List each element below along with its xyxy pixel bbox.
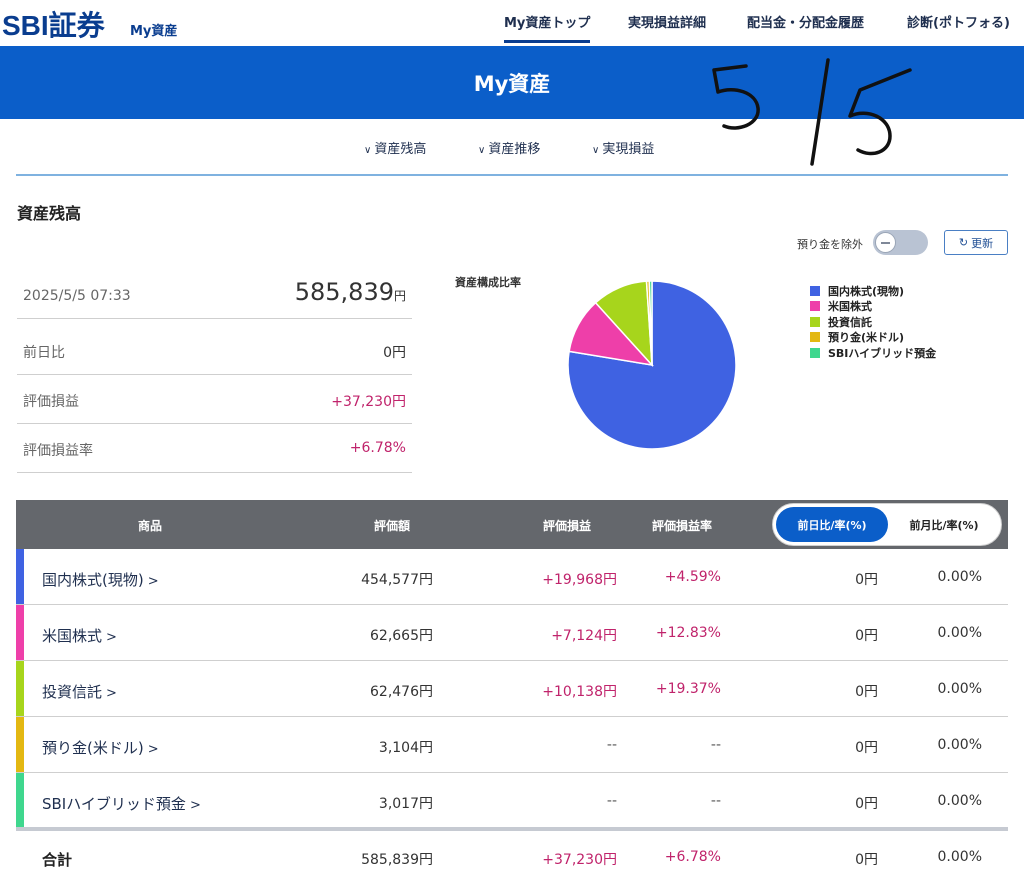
top-bar: SBI証券 My資産 My資産トップ 実現損益詳細 配当金・分配金履歴 診断(ポ… bbox=[0, 0, 1024, 46]
col-value: 評価額 bbox=[374, 519, 411, 533]
section-title: 資産残高 bbox=[17, 204, 82, 223]
cell-pl-rate: +4.59% bbox=[664, 569, 721, 585]
nav-dividend-history[interactable]: 配当金・分配金履歴 bbox=[747, 12, 864, 31]
category-color-bar bbox=[16, 773, 24, 828]
category-color-bar bbox=[16, 661, 24, 716]
legend-swatch bbox=[810, 301, 820, 312]
product-link[interactable]: 預り金(米ドル) > bbox=[42, 737, 159, 758]
total-row: 合計 585,839円 +37,230円 +6.78% 0円 0.00% bbox=[42, 849, 982, 869]
chevron-right-icon: > bbox=[106, 630, 117, 645]
cell-day-change: 0円 bbox=[855, 572, 878, 588]
cell-day-rate: 0.00% bbox=[937, 737, 982, 753]
table-row: 国内株式(現物) > 454,577円 +19,968円 +4.59% 0円 0.00% bbox=[16, 549, 1008, 605]
product-link[interactable]: SBIハイブリッド預金 > bbox=[42, 793, 201, 814]
summary-total-row: 2025/5/5 07:33 585,839円 bbox=[17, 270, 412, 319]
subnav-asset-trend[interactable]: ∨ 資産推移 bbox=[478, 138, 540, 157]
legend-item: 投資信託 bbox=[810, 314, 936, 330]
cell-day-rate: 0.00% bbox=[937, 569, 982, 585]
chevron-down-icon: ∨ bbox=[592, 145, 600, 156]
handwritten-note bbox=[712, 58, 912, 166]
cell-day-change: 0円 bbox=[855, 740, 878, 756]
cell-pl-rate: -- bbox=[710, 737, 721, 753]
toggle-knob bbox=[875, 232, 896, 253]
col-pl-rate: 評価損益率 bbox=[652, 519, 713, 533]
cell-day-rate: 0.00% bbox=[937, 681, 982, 697]
nav-realized-pl-detail[interactable]: 実現損益詳細 bbox=[628, 12, 706, 31]
legend-swatch bbox=[810, 285, 820, 296]
cell-value: 3,104円 bbox=[378, 740, 433, 756]
divider bbox=[16, 174, 1008, 176]
nav-diagnosis[interactable]: 診断(ポトフォる) bbox=[907, 12, 1010, 31]
refresh-button[interactable]: ↻ 更新 bbox=[944, 230, 1008, 255]
chevron-right-icon: > bbox=[189, 798, 201, 813]
table-row: 米国株式 > 62,665円 +7,124円 +12.83% 0円 0.00% bbox=[16, 605, 1008, 661]
cell-pl-rate: -- bbox=[710, 793, 721, 809]
legend-item: 国内株式(現物) bbox=[810, 283, 936, 299]
col-product: 商品 bbox=[138, 519, 163, 533]
exclude-deposit-label: 預り金を除外 bbox=[797, 238, 863, 251]
summary-row: 評価損益 +37,230円 bbox=[17, 375, 412, 424]
chevron-right-icon: > bbox=[147, 742, 159, 757]
logo-subtitle: My資産 bbox=[130, 24, 178, 39]
cell-value: 62,665円 bbox=[370, 628, 433, 644]
chevron-right-icon: > bbox=[147, 574, 159, 589]
category-color-bar bbox=[16, 605, 24, 660]
product-link[interactable]: 投資信託 > bbox=[42, 681, 117, 702]
category-color-bar bbox=[16, 549, 24, 604]
cell-pl: +7,124円 bbox=[551, 628, 617, 644]
cell-pl: +19,968円 bbox=[542, 572, 617, 588]
legend-swatch bbox=[810, 332, 820, 343]
cell-value: 3,017円 bbox=[378, 796, 433, 812]
summary-date: 2025/5/5 07:33 bbox=[23, 288, 131, 304]
subnav-realized-pl[interactable]: ∨ 実現損益 bbox=[592, 138, 654, 157]
legend-swatch bbox=[810, 347, 820, 358]
product-link[interactable]: 米国株式 > bbox=[42, 625, 117, 646]
pie-title: 資産構成比率 bbox=[455, 276, 521, 289]
cell-pl: -- bbox=[606, 793, 617, 809]
cell-pl: +10,138円 bbox=[542, 684, 617, 700]
subnav-asset-balance[interactable]: ∨ 資産残高 bbox=[364, 138, 426, 157]
sbi-logo[interactable]: SBI証券 bbox=[2, 4, 105, 44]
cell-day-change: 0円 bbox=[855, 684, 878, 700]
total-asset-value: 585,839円 bbox=[294, 278, 406, 306]
cell-pl-rate: +12.83% bbox=[655, 625, 721, 641]
cell-day-change: 0円 bbox=[855, 628, 878, 644]
cell-day-rate: 0.00% bbox=[937, 625, 982, 641]
category-color-bar bbox=[16, 717, 24, 772]
cell-day-rate: 0.00% bbox=[937, 793, 982, 809]
tab-month-change[interactable]: 前月比/率(%) bbox=[890, 507, 998, 542]
pie-legend: 国内株式(現物) 米国株式 投資信託 預り金(米ドル) SBIハイブリッド預金 bbox=[810, 283, 936, 361]
refresh-icon: ↻ bbox=[958, 236, 969, 249]
chevron-down-icon: ∨ bbox=[478, 145, 486, 156]
exclude-deposit-toggle[interactable] bbox=[873, 230, 928, 255]
cell-day-change: 0円 bbox=[855, 796, 878, 812]
table-row: SBIハイブリッド預金 > 3,017円 -- -- 0円 0.00% bbox=[16, 773, 1008, 829]
nav-my-assets-top[interactable]: My資産トップ bbox=[504, 12, 591, 43]
period-switch: 前日比/率(%) 前月比/率(%) bbox=[772, 503, 1002, 546]
legend-item: 米国株式 bbox=[810, 299, 936, 315]
cell-value: 62,476円 bbox=[370, 684, 433, 700]
asset-pie-chart bbox=[567, 280, 737, 450]
table-row: 投資信託 > 62,476円 +10,138円 +19.37% 0円 0.00% bbox=[16, 661, 1008, 717]
cell-value: 454,577円 bbox=[361, 572, 433, 588]
cell-pl: -- bbox=[606, 737, 617, 753]
summary-row: 前日比 0円 bbox=[17, 326, 412, 375]
cell-pl-rate: +19.37% bbox=[655, 681, 721, 697]
legend-item: SBIハイブリッド預金 bbox=[810, 345, 936, 361]
col-pl: 評価損益 bbox=[543, 519, 592, 533]
product-link[interactable]: 国内株式(現物) > bbox=[42, 569, 159, 590]
legend-item: 預り金(米ドル) bbox=[810, 330, 936, 346]
legend-swatch bbox=[810, 316, 820, 327]
chevron-down-icon: ∨ bbox=[364, 145, 372, 156]
chevron-right-icon: > bbox=[106, 686, 117, 701]
tab-day-change[interactable]: 前日比/率(%) bbox=[776, 507, 888, 542]
table-row: 預り金(米ドル) > 3,104円 -- -- 0円 0.00% bbox=[16, 717, 1008, 773]
summary-row: 評価損益率 +6.78% bbox=[17, 424, 412, 473]
